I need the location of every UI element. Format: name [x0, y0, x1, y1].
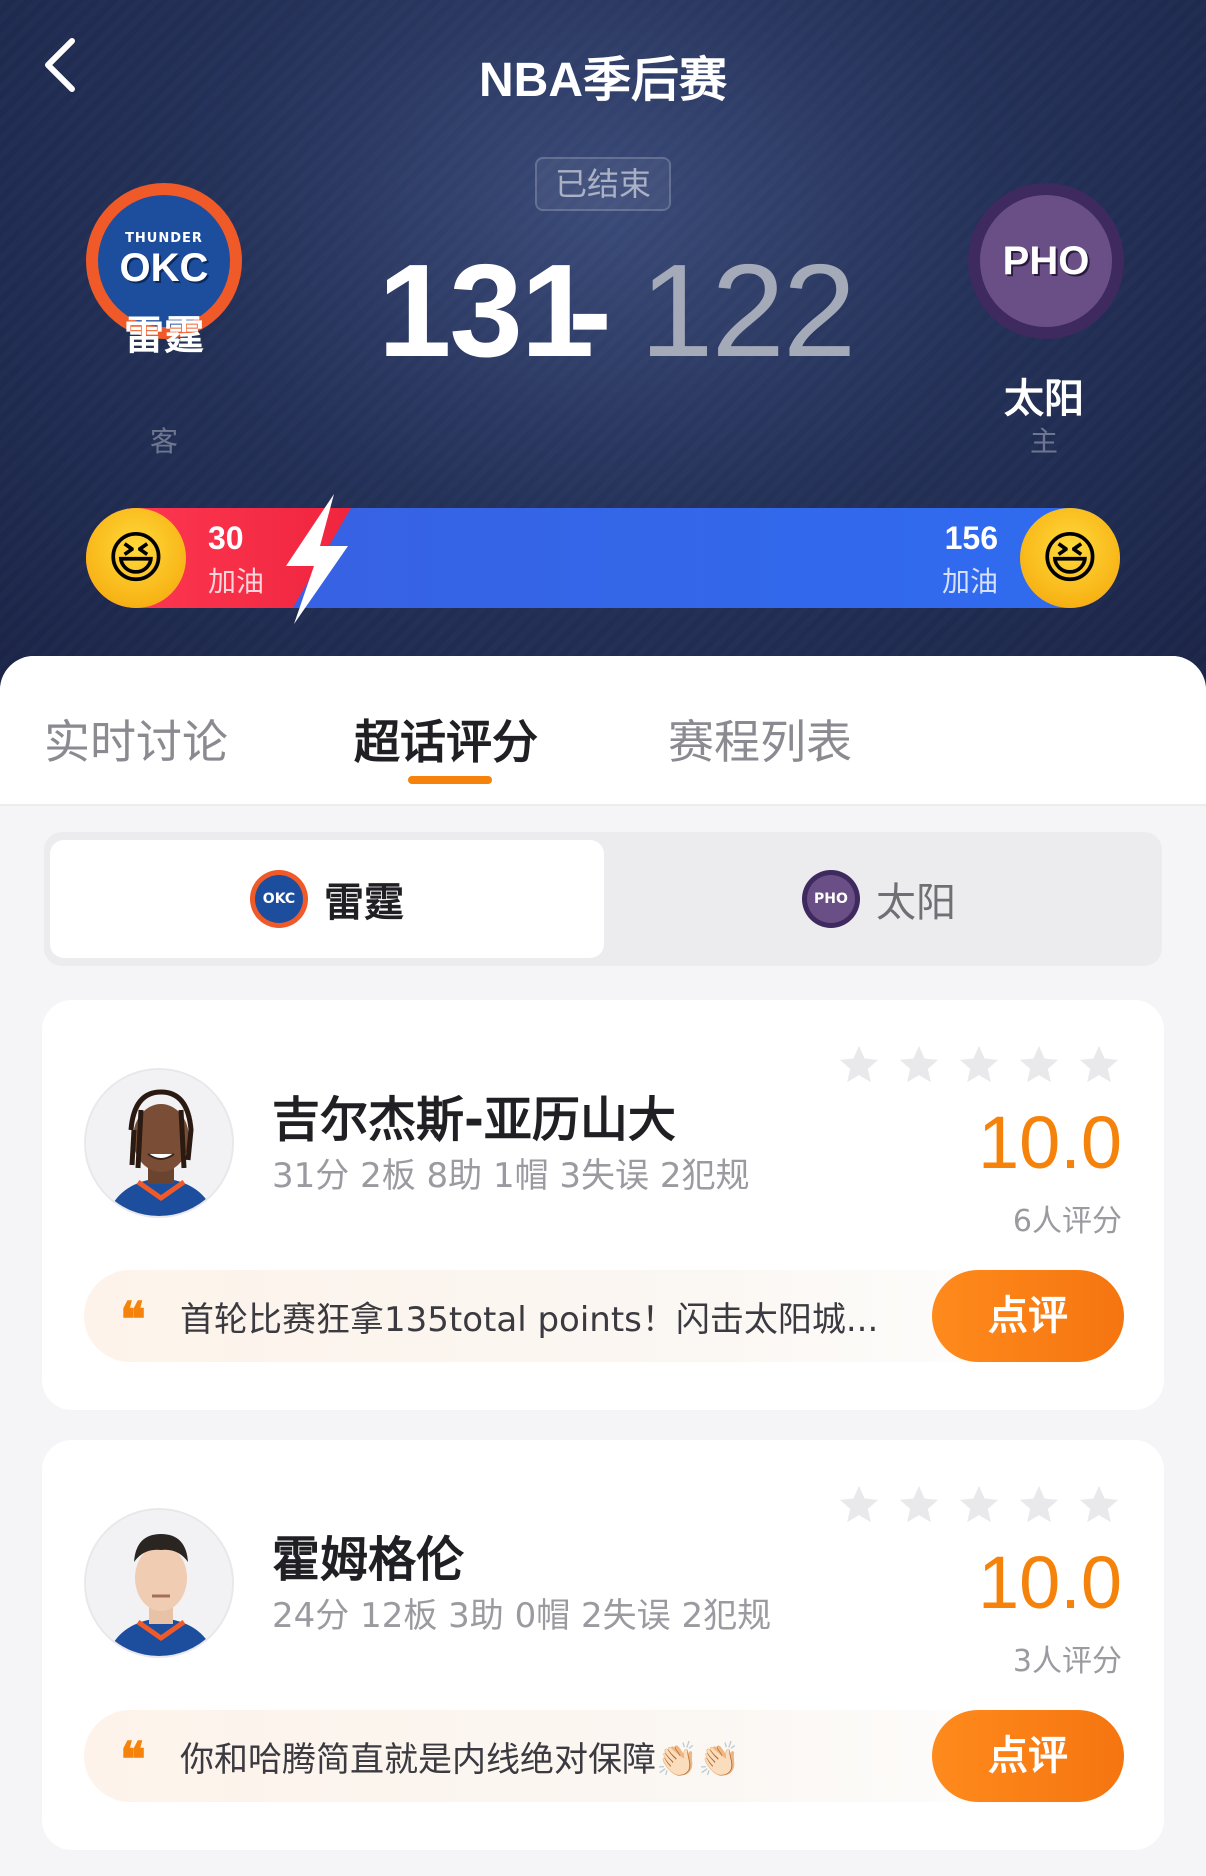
star-icon[interactable] — [956, 1042, 1002, 1088]
home-cheer-label: 加油 — [941, 565, 998, 598]
match-header: NBA季后赛 已结束 THUNDER OKC 雷霆 客 PHO 太阳 主 131… — [0, 0, 1206, 700]
segment-away-label: 雷霆 — [324, 880, 404, 926]
away-cheer-label: 加油 — [208, 565, 265, 598]
review-button[interactable]: 点评 — [932, 1270, 1124, 1362]
away-logo-top-text: THUNDER — [125, 231, 203, 246]
comment-text: 首轮比赛狂拿135total points！闪击太阳城... — [180, 1300, 879, 1340]
tab-schedule[interactable]: 赛程列表 — [668, 706, 852, 772]
player-rating: 10.0 — [977, 1541, 1122, 1624]
quote-icon: ❝ — [120, 1292, 146, 1348]
home-logo-main-text: PHO — [1002, 238, 1090, 283]
laughing-face-icon: 😆 — [1040, 525, 1100, 591]
player-portrait-icon — [86, 1510, 232, 1656]
star-icon[interactable] — [836, 1482, 882, 1528]
comment-text: 你和哈腾简直就是内线绝对保障👏🏻👏🏻 — [180, 1740, 741, 1780]
player-name: 霍姆格伦 — [272, 1532, 465, 1588]
star-icon[interactable] — [1016, 1482, 1062, 1528]
away-cheer-count: 30 — [208, 520, 244, 556]
content-panel: 实时讨论 超话评分 赛程列表 OKC 雷霆 PHO 太阳 吉尔杰斯-亚历山大 3… — [0, 656, 1206, 1876]
tab-rating[interactable]: 超话评分 — [354, 706, 538, 772]
pho-logo-icon: PHO — [802, 870, 860, 928]
away-team-name: 雷霆 — [124, 313, 204, 359]
player-card[interactable]: 霍姆格伦 24分 12板 3助 0帽 2失误 2犯规 10.0 3人评分 ❝ 你… — [42, 1440, 1164, 1850]
home-cheer-button[interactable]: 😆 — [1020, 508, 1120, 608]
rating-count: 3人评分 — [1012, 1644, 1122, 1679]
top-comment[interactable]: ❝ 首轮比赛狂拿135total points！闪击太阳城... 点评 — [84, 1270, 1124, 1362]
rating-stars[interactable] — [836, 1482, 1122, 1528]
star-icon[interactable] — [956, 1482, 1002, 1528]
segment-away-team[interactable]: OKC 雷霆 — [50, 840, 604, 958]
top-comment[interactable]: ❝ 你和哈腾简直就是内线绝对保障👏🏻👏🏻 点评 — [84, 1710, 1124, 1802]
player-card[interactable]: 吉尔杰斯-亚历山大 31分 2板 8助 1帽 3失误 2犯规 10.0 6人评分… — [42, 1000, 1164, 1410]
cheer-bar: 😆 30 加油 156 加油 😆 — [86, 494, 1120, 624]
team-segment-control: OKC 雷霆 PHO 太阳 — [44, 832, 1162, 966]
home-team-role: 主 — [1029, 425, 1058, 458]
player-avatar[interactable] — [84, 1508, 234, 1658]
star-icon[interactable] — [1076, 1482, 1122, 1528]
player-avatar[interactable] — [84, 1068, 234, 1218]
home-cheer-count: 156 — [944, 520, 998, 556]
tab-active-indicator — [408, 776, 492, 784]
player-stats: 31分 2板 8助 1帽 3失误 2犯规 — [272, 1156, 750, 1196]
star-icon[interactable] — [896, 1042, 942, 1088]
away-logo-main-text: OKC — [119, 246, 209, 290]
quote-icon: ❝ — [120, 1732, 146, 1788]
tab-live-discussion[interactable]: 实时讨论 — [44, 706, 228, 772]
away-cheer-button[interactable]: 😆 — [86, 508, 186, 608]
player-portrait-icon — [86, 1070, 232, 1216]
away-team-role: 客 — [149, 425, 178, 458]
home-team-logo[interactable]: PHO — [968, 183, 1124, 339]
player-name: 吉尔杰斯-亚历山大 — [272, 1092, 676, 1148]
home-score: 122 — [640, 237, 856, 384]
segment-home-label: 太阳 — [876, 880, 956, 926]
star-icon[interactable] — [896, 1482, 942, 1528]
status-badge: 已结束 — [535, 157, 671, 211]
rating-count: 6人评分 — [1012, 1204, 1122, 1239]
home-team-name: 太阳 — [1004, 376, 1084, 422]
tab-bar: 实时讨论 超话评分 赛程列表 — [0, 656, 1206, 806]
lightning-bolt-icon — [286, 494, 348, 624]
review-button[interactable]: 点评 — [932, 1710, 1124, 1802]
laughing-face-icon: 😆 — [106, 525, 166, 591]
player-stats: 24分 12板 3助 0帽 2失误 2犯规 — [272, 1596, 772, 1636]
segment-home-team[interactable]: PHO 太阳 — [602, 840, 1156, 958]
rating-stars[interactable] — [836, 1042, 1122, 1088]
away-score: 131 — [378, 237, 594, 384]
player-rating: 10.0 — [977, 1101, 1122, 1184]
star-icon[interactable] — [1016, 1042, 1062, 1088]
star-icon[interactable] — [1076, 1042, 1122, 1088]
star-icon[interactable] — [836, 1042, 882, 1088]
page-title: NBA季后赛 — [479, 54, 727, 107]
okc-logo-icon: OKC — [250, 870, 308, 928]
score-separator: - — [568, 237, 612, 384]
